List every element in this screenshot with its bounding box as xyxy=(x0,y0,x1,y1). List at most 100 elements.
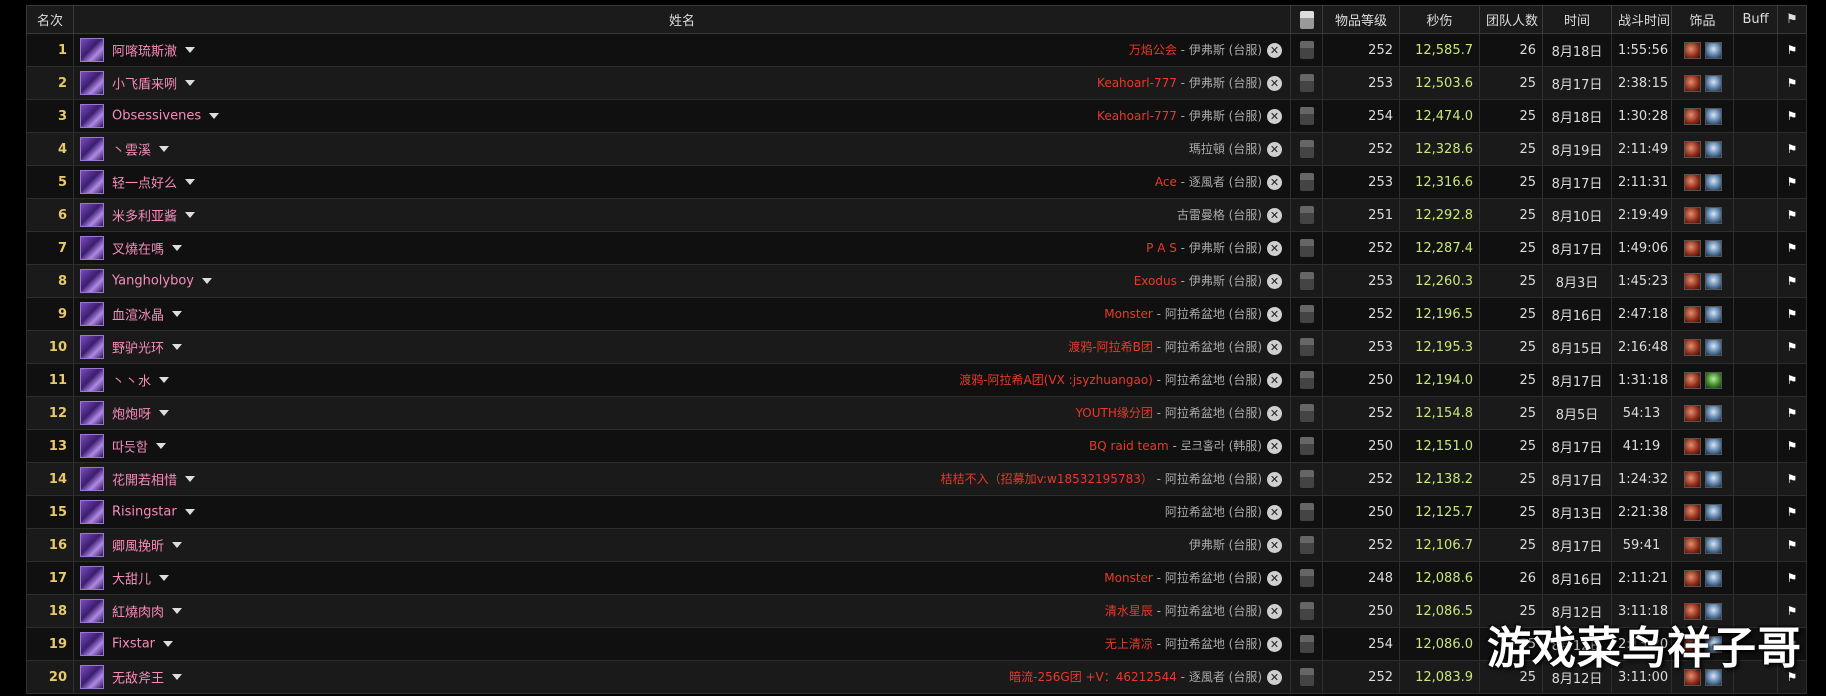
class-spec-icon[interactable] xyxy=(80,467,104,491)
trinket-icon[interactable] xyxy=(1704,338,1722,356)
flag-icon[interactable]: ⚑ xyxy=(1787,538,1798,552)
flag-icon[interactable]: ⚑ xyxy=(1787,76,1798,90)
youtube-icon[interactable] xyxy=(1299,635,1314,653)
flag-icon[interactable]: ⚑ xyxy=(1787,505,1798,519)
trinket-icon[interactable] xyxy=(1683,206,1701,224)
armory-icon[interactable]: ✕ xyxy=(1267,538,1282,553)
trinket-icon[interactable] xyxy=(1683,503,1701,521)
armory-icon[interactable]: ✕ xyxy=(1267,571,1282,586)
armory-icon[interactable]: ✕ xyxy=(1267,274,1282,289)
trinket-icon[interactable] xyxy=(1704,107,1722,125)
chevron-down-icon[interactable] xyxy=(163,641,174,647)
header-date[interactable]: 时间 xyxy=(1542,5,1612,34)
table-row[interactable]: 14 花開若相惜 桔桔不入（招募加v:w18532195783） - 阿拉希盆地 (… xyxy=(26,462,1807,496)
armory-icon[interactable]: ✕ xyxy=(1267,439,1282,454)
class-spec-icon[interactable] xyxy=(80,665,104,689)
armory-icon[interactable]: ✕ xyxy=(1267,241,1282,256)
youtube-icon[interactable] xyxy=(1299,437,1314,455)
youtube-icon[interactable] xyxy=(1299,305,1314,323)
flag-icon[interactable]: ⚑ xyxy=(1787,208,1798,222)
armory-icon[interactable]: ✕ xyxy=(1267,505,1282,520)
player-name-link[interactable]: 野驴光环 xyxy=(112,342,164,357)
trinket-icon[interactable] xyxy=(1683,107,1701,125)
trinket-icon[interactable] xyxy=(1683,239,1701,257)
chevron-down-icon[interactable] xyxy=(184,509,195,515)
flag-icon[interactable]: ⚑ xyxy=(1787,43,1798,57)
guild-link[interactable]: Ace xyxy=(1155,175,1177,189)
flag-icon[interactable]: ⚑ xyxy=(1787,142,1798,156)
trinket-icon[interactable] xyxy=(1704,140,1722,158)
trinket-icon[interactable] xyxy=(1683,569,1701,587)
header-dps[interactable]: 秒伤 xyxy=(1399,5,1480,34)
guild-link[interactable]: Exodus xyxy=(1134,274,1177,288)
guild-link[interactable]: 无上清凉 xyxy=(1105,637,1153,651)
armory-icon[interactable]: ✕ xyxy=(1267,472,1282,487)
armory-icon[interactable]: ✕ xyxy=(1267,76,1282,91)
table-row[interactable]: 1 阿喀琉斯澈 万焰公会 - 伊弗斯 (台服) ✕ 252 12,585.7 26 8月18日… xyxy=(26,33,1807,67)
armory-icon[interactable]: ✕ xyxy=(1267,175,1282,190)
player-name-link[interactable]: 따듯함 xyxy=(112,441,148,456)
player-name-link[interactable]: 无敌斧王 xyxy=(112,672,164,687)
trinket-icon[interactable] xyxy=(1704,503,1722,521)
player-name-link[interactable]: Obsessivenes xyxy=(112,109,201,124)
chevron-down-icon[interactable] xyxy=(159,410,170,416)
youtube-icon[interactable] xyxy=(1299,107,1314,125)
player-name-link[interactable]: 紅燒肉肉 xyxy=(112,606,164,621)
guild-link[interactable]: YOUTH缘分团 xyxy=(1076,406,1153,420)
class-spec-icon[interactable] xyxy=(80,599,104,623)
armory-icon[interactable]: ✕ xyxy=(1267,43,1282,58)
armory-icon[interactable]: ✕ xyxy=(1267,340,1282,355)
armory-icon[interactable]: ✕ xyxy=(1267,637,1282,652)
chevron-down-icon[interactable] xyxy=(209,113,220,119)
armory-icon[interactable]: ✕ xyxy=(1267,604,1282,619)
trinket-icon[interactable] xyxy=(1704,305,1722,323)
class-spec-icon[interactable] xyxy=(80,566,104,590)
class-spec-icon[interactable] xyxy=(80,203,104,227)
guild-link[interactable]: Monster xyxy=(1104,307,1153,321)
trinket-icon[interactable] xyxy=(1704,206,1722,224)
guild-link[interactable]: Keahoarl-777 xyxy=(1097,76,1177,90)
chevron-down-icon[interactable] xyxy=(172,674,183,680)
player-name-link[interactable]: 花開若相惜 xyxy=(112,474,177,489)
guild-link[interactable]: 暗流-256G团 +V：46212544 xyxy=(1009,670,1177,684)
table-row[interactable]: 6 米多利亚酱 古雷曼格 (台服) ✕ 251 12,292.8 25 8月10日 2:19:4… xyxy=(26,198,1807,232)
table-row[interactable]: 11 丶丶水 渡鸦-阿拉希A团(VX :jsyzhuangao) - 阿拉希盆地 (… xyxy=(26,363,1807,397)
player-name-link[interactable]: 大甜儿 xyxy=(112,573,151,588)
guild-link[interactable]: 渡鸦-阿拉希A团(VX :jsyzhuangao) xyxy=(959,373,1153,387)
player-name-link[interactable]: 炮炮呀 xyxy=(112,408,151,423)
trinket-icon[interactable] xyxy=(1683,41,1701,59)
flag-icon[interactable]: ⚑ xyxy=(1787,340,1798,354)
guild-link[interactable]: 万焰公会 xyxy=(1129,43,1177,57)
table-row[interactable]: 4 丶雲溪 瑪拉頓 (台服) ✕ 252 12,328.6 25 8月19日 2:11:49 ⚑ xyxy=(26,132,1807,166)
table-row[interactable]: 3 Obsessivenes Keahoarl-777 - 伊弗斯 (台服) ✕ 254… xyxy=(26,99,1807,133)
table-row[interactable]: 9 血渲冰晶 Monster - 阿拉希盆地 (台服) ✕ 252 12,196.5 25 8… xyxy=(26,297,1807,331)
trinket-icon[interactable] xyxy=(1704,239,1722,257)
flag-icon[interactable]: ⚑ xyxy=(1787,373,1798,387)
youtube-icon[interactable] xyxy=(1299,41,1314,59)
class-spec-icon[interactable] xyxy=(80,335,104,359)
class-spec-icon[interactable] xyxy=(80,302,104,326)
header-trinkets[interactable]: 饰品 xyxy=(1671,5,1734,34)
table-row[interactable]: 2 小飞盾来咧 Keahoarl-777 - 伊弗斯 (台服) ✕ 253 12,503.… xyxy=(26,66,1807,100)
table-row[interactable]: 17 大甜儿 Monster - 阿拉希盆地 (台服) ✕ 248 12,088.6 26 8… xyxy=(26,561,1807,595)
chevron-down-icon[interactable] xyxy=(185,476,196,482)
class-spec-icon[interactable] xyxy=(80,71,104,95)
youtube-icon[interactable] xyxy=(1299,404,1314,422)
player-name-link[interactable]: 小飞盾来咧 xyxy=(112,78,177,93)
chevron-down-icon[interactable] xyxy=(185,80,196,86)
trinket-icon[interactable] xyxy=(1704,74,1722,92)
armory-icon[interactable]: ✕ xyxy=(1267,670,1282,685)
trinket-icon[interactable] xyxy=(1704,536,1722,554)
youtube-icon[interactable] xyxy=(1299,470,1314,488)
class-spec-icon[interactable] xyxy=(80,434,104,458)
trinket-icon[interactable] xyxy=(1704,470,1722,488)
guild-link[interactable]: Monster xyxy=(1104,571,1153,585)
youtube-icon[interactable] xyxy=(1299,272,1314,290)
flag-icon[interactable]: ⚑ xyxy=(1787,175,1798,189)
trinket-icon[interactable] xyxy=(1683,272,1701,290)
player-name-link[interactable]: 米多利亚酱 xyxy=(112,210,177,225)
guild-link[interactable]: 清水星辰 xyxy=(1105,604,1153,618)
youtube-icon[interactable] xyxy=(1299,74,1314,92)
youtube-icon[interactable] xyxy=(1299,140,1314,158)
trinket-icon[interactable] xyxy=(1683,173,1701,191)
